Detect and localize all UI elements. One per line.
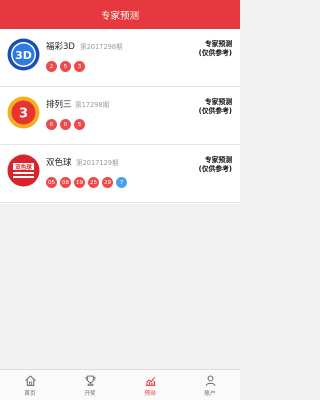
tab-label: 开奖 bbox=[84, 391, 96, 397]
red-ball: 25 bbox=[88, 177, 99, 188]
user-icon bbox=[205, 375, 215, 386]
tab-label: 预测 bbox=[144, 391, 156, 397]
red-ball: 05 bbox=[46, 177, 57, 188]
disclaimer-label: (仅供参考) bbox=[198, 106, 232, 115]
expert-tag: 专家预测 (仅供参考) bbox=[199, 156, 232, 173]
expert-tag: 专家预测 (仅供参考) bbox=[199, 40, 232, 57]
red-ball: 5 bbox=[74, 119, 85, 130]
disclaimer-label: (仅供参考) bbox=[198, 164, 232, 173]
tab-label: 账户 bbox=[204, 391, 216, 397]
svg-text:3D: 3D bbox=[15, 49, 32, 62]
tab-predict[interactable]: 预测 bbox=[120, 370, 180, 400]
trophy-icon bbox=[85, 375, 95, 386]
svg-text:双色球: 双色球 bbox=[15, 163, 32, 171]
expert-tag: 专家预测 (仅供参考) bbox=[199, 98, 232, 115]
issue-number: 第2017298期 bbox=[80, 43, 123, 51]
red-ball: 6 bbox=[46, 119, 57, 130]
ball-row: 2 5 3 bbox=[46, 61, 85, 72]
lottery-name: 双色球 bbox=[46, 158, 72, 168]
chart-icon bbox=[145, 376, 155, 386]
lottery-list: 3D 福彩3D 第2017298期 2 5 3 专家预测 (仅供参考) 3 排列… bbox=[0, 29, 240, 204]
svg-text:3: 3 bbox=[19, 107, 28, 122]
list-item-shuangseqiu[interactable]: 双色球 双色球 第2017129期 05 08 19 25 29 7 专家预测 … bbox=[0, 145, 240, 203]
bottom-tab-bar: 首页 开奖 预测 账户 bbox=[0, 369, 240, 400]
home-icon bbox=[24, 375, 36, 386]
red-ball: 3 bbox=[74, 61, 85, 72]
red-ball: 08 bbox=[60, 177, 71, 188]
list-item-pailie3[interactable]: 3 排列三 第17298期 6 0 5 专家预测 (仅供参考) bbox=[0, 87, 240, 145]
expert-label: 专家预测 bbox=[204, 40, 232, 48]
blue-ball: 7 bbox=[116, 177, 127, 188]
lottery-name: 福彩3D bbox=[46, 42, 75, 52]
lottery-name: 排列三 bbox=[46, 100, 72, 110]
tab-home[interactable]: 首页 bbox=[0, 370, 60, 400]
red-ball: 2 bbox=[46, 61, 57, 72]
red-ball: 5 bbox=[60, 61, 71, 72]
header-bar: 专家预测 bbox=[0, 0, 240, 29]
list-item-fucai3d[interactable]: 3D 福彩3D 第2017298期 2 5 3 专家预测 (仅供参考) bbox=[0, 29, 240, 87]
page-title: 专家预测 bbox=[100, 10, 139, 22]
issue-number: 第2017129期 bbox=[76, 159, 119, 167]
ball-row: 6 0 5 bbox=[46, 119, 85, 130]
tab-draw[interactable]: 开奖 bbox=[60, 370, 120, 400]
disclaimer-label: (仅供参考) bbox=[198, 48, 232, 57]
red-ball: 19 bbox=[74, 177, 85, 188]
issue-number: 第17298期 bbox=[75, 101, 110, 109]
fucai-3d-logo: 3D bbox=[7, 38, 40, 71]
shuangseqiu-logo: 双色球 bbox=[7, 154, 40, 187]
pailie3-logo: 3 bbox=[7, 96, 40, 129]
red-ball: 29 bbox=[102, 177, 113, 188]
tab-label: 首页 bbox=[24, 391, 36, 397]
red-ball: 0 bbox=[60, 119, 71, 130]
ball-row: 05 08 19 25 29 7 bbox=[46, 177, 127, 188]
expert-label: 专家预测 bbox=[204, 156, 232, 164]
expert-label: 专家预测 bbox=[204, 98, 232, 106]
tab-account[interactable]: 账户 bbox=[180, 370, 240, 400]
